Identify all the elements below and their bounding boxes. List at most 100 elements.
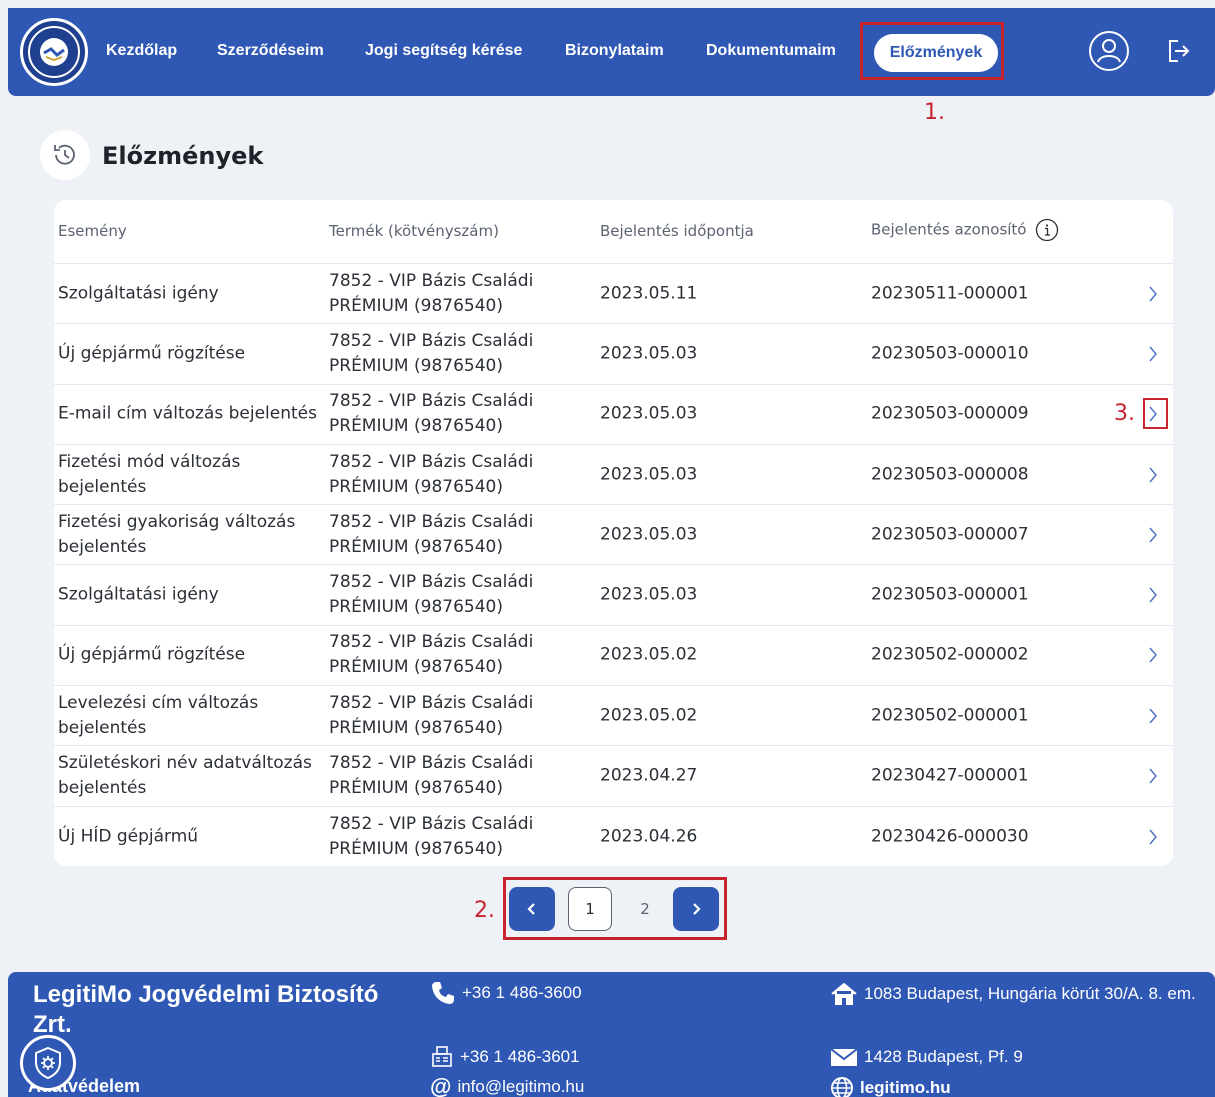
top-navigation-bar: Kezdőlap Szerződéseim Jogi segítség kéré… [8, 8, 1215, 96]
cell-termek: 7852 - VIP Bázis Családi PRÉMIUM (987654… [329, 511, 534, 557]
cell-azonosito: 20230503-000007 [871, 524, 1029, 545]
chevron-right-icon[interactable] [1147, 828, 1159, 846]
history-icon [40, 130, 90, 180]
cell-esemeny: Új gépjármű rögzítése [58, 343, 246, 364]
cell-idopont: 2023.05.03 [600, 464, 698, 485]
cell-esemeny: Szolgáltatási igény [58, 584, 219, 605]
cell-azonosito: 20230502-000001 [871, 705, 1029, 726]
user-profile-icon[interactable] [1088, 30, 1130, 76]
cell-termek: 7852 - VIP Bázis Családi PRÉMIUM (987654… [329, 632, 534, 678]
footer-web-text: legitimo.hu [860, 1078, 951, 1097]
chevron-right-icon[interactable] [1147, 767, 1159, 785]
annotation-marker-2: 2. [474, 898, 495, 923]
table-row[interactable]: Új gépjármű rögzítése 7852 - VIP Bázis Cs… [54, 626, 1173, 687]
header-termek: Termék (kötvényszám) [329, 222, 499, 240]
page-title: Előzmények [102, 142, 264, 170]
cell-termek: 7852 - VIP Bázis Családi PRÉMIUM (987654… [329, 330, 534, 376]
cell-idopont: 2023.05.02 [600, 644, 698, 665]
annotation-marker-1: 1. [924, 100, 945, 125]
nav-szerzodeseim[interactable]: Szerződéseim [217, 42, 324, 60]
pagination-prev-button[interactable] [509, 887, 555, 931]
footer-address: 1083 Budapest, Hungária körút 30/A. 8. e… [830, 982, 1196, 1006]
cell-esemeny: Fizetési gyakoriság változás bejelentés [58, 511, 296, 557]
footer-postal: 1428 Budapest, Pf. 9 [830, 1046, 1023, 1068]
nav-kezdolap[interactable]: Kezdőlap [106, 42, 177, 60]
chevron-left-icon [527, 903, 535, 915]
cell-azonosito: 20230503-000010 [871, 343, 1029, 364]
cell-azonosito: 20230426-000030 [871, 826, 1029, 847]
footer-address-text: 1083 Budapest, Hungária körút 30/A. 8. e… [864, 984, 1196, 1003]
footer-email-text: info@legitimo.hu [457, 1077, 585, 1096]
cell-idopont: 2023.05.03 [600, 584, 698, 605]
pagination-page-1[interactable]: 1 [568, 887, 612, 931]
cell-idopont: 2023.05.03 [600, 524, 698, 545]
table-row[interactable]: Szolgáltatási igény 7852 - VIP Bázis Csal… [54, 566, 1173, 626]
chevron-right-icon [693, 903, 701, 915]
cell-idopont: 2023.05.11 [600, 283, 698, 304]
table-row[interactable]: Fizetési gyakoriság változás bejelentés 7… [54, 505, 1173, 566]
cell-termek: 7852 - VIP Bázis Családi PRÉMIUM (987654… [329, 753, 534, 799]
footer-phone[interactable]: +36 1 486-3600 [430, 980, 582, 1006]
table-row[interactable]: Új gépjármű rögzítése 7852 - VIP Bázis Cs… [54, 324, 1173, 385]
footer: LegitiMo Jogvédelmi Biztosító Zrt. +36 1… [8, 972, 1215, 1097]
footer-web[interactable]: legitimo.hu [830, 1076, 951, 1097]
nav-jogi-segitseg[interactable]: Jogi segítség kérése [365, 42, 522, 60]
table-row[interactable]: Új HÍD gépjármű 7852 - VIP Bázis Családi … [54, 807, 1173, 867]
cell-termek: 7852 - VIP Bázis Családi PRÉMIUM (987654… [329, 391, 534, 437]
legitimo-logo[interactable] [20, 18, 88, 86]
logo-emblem-icon [28, 26, 80, 78]
cell-esemeny: Születéskori név adatváltozás bejelentés [58, 753, 312, 799]
chevron-right-icon[interactable] [1147, 345, 1159, 363]
chevron-right-icon[interactable] [1147, 466, 1159, 484]
privacy-settings-button[interactable] [20, 1035, 76, 1091]
table-row[interactable]: E-mail cím változás bejelentés 7852 - VIP… [54, 385, 1173, 445]
cell-termek: 7852 - VIP Bázis Családi PRÉMIUM (987654… [329, 572, 534, 618]
chevron-right-icon[interactable] [1147, 285, 1159, 303]
phone-icon [432, 982, 454, 1004]
annotation-marker-3: 3. [1114, 401, 1135, 426]
cell-termek: 7852 - VIP Bázis Családi PRÉMIUM (987654… [329, 813, 534, 859]
chevron-right-icon[interactable] [1147, 526, 1159, 544]
cell-esemeny: Új HÍD gépjármű [58, 826, 199, 847]
nav-dokumentumaim[interactable]: Dokumentumaim [706, 42, 836, 60]
cell-idopont: 2023.04.26 [600, 826, 698, 847]
pagination-page-2[interactable]: 2 [622, 887, 668, 931]
chevron-right-icon[interactable] [1147, 707, 1159, 725]
cell-azonosito: 20230502-000002 [871, 644, 1029, 665]
cell-idopont: 2023.05.03 [600, 403, 698, 424]
footer-company-name: LegitiMo Jogvédelmi Biztosító Zrt. [33, 981, 379, 1038]
fax-icon [432, 1046, 452, 1067]
cell-esemeny: E-mail cím változás bejelentés [58, 403, 317, 424]
shield-gear-icon [35, 1046, 61, 1080]
pagination-next-button[interactable] [673, 887, 719, 931]
cell-termek: 7852 - VIP Bázis Családi PRÉMIUM (987654… [329, 270, 534, 316]
footer-email[interactable]: @ info@legitimo.hu [430, 1074, 584, 1097]
table-row[interactable]: Születéskori név adatváltozás bejelentés… [54, 746, 1173, 807]
cell-esemeny: Új gépjármű rögzítése [58, 644, 246, 665]
header-idopont: Bejelentés időpontja [600, 222, 754, 240]
highlight-box-1 [860, 22, 1004, 80]
globe-icon [831, 1077, 853, 1097]
cell-idopont: 2023.04.27 [600, 765, 698, 786]
header-azonosito-wrap: Bejelentés azonosító [871, 218, 1059, 242]
nav-bizonylataim[interactable]: Bizonylataim [565, 42, 664, 60]
cell-esemeny: Fizetési mód változás bejelentés [58, 451, 241, 497]
history-table: Esemény Termék (kötvényszám) Bejelentés … [54, 200, 1173, 866]
footer-fax-text: +36 1 486-3601 [460, 1047, 580, 1066]
cell-idopont: 2023.05.03 [600, 343, 698, 364]
cell-idopont: 2023.05.02 [600, 705, 698, 726]
cell-termek: 7852 - VIP Bázis Családi PRÉMIUM (987654… [329, 692, 534, 738]
table-row[interactable]: Fizetési mód változás bejelentés 7852 - V… [54, 445, 1173, 506]
header-esemeny: Esemény [58, 222, 127, 240]
table-row[interactable]: Szolgáltatási igény 7852 - VIP Bázis Csal… [54, 264, 1173, 325]
chevron-right-icon[interactable] [1147, 646, 1159, 664]
header-azonosito: Bejelentés azonosító [871, 220, 1027, 239]
info-icon[interactable] [1035, 218, 1059, 242]
cell-azonosito: 20230511-000001 [871, 283, 1029, 304]
cell-azonosito: 20230503-000001 [871, 584, 1029, 605]
chevron-right-icon[interactable] [1147, 586, 1159, 604]
table-row[interactable]: Levelezési cím változás bejelentés 7852 -… [54, 686, 1173, 747]
logout-icon[interactable] [1166, 38, 1192, 68]
at-icon: @ [430, 1074, 452, 1097]
highlight-box-3 [1143, 398, 1168, 429]
